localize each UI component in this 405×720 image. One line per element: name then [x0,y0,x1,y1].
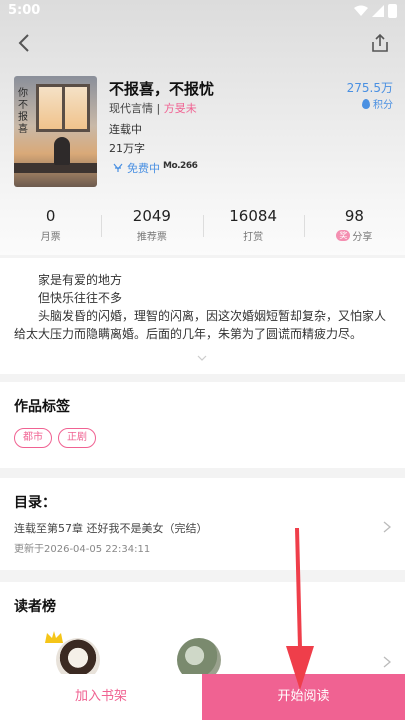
stat-share[interactable]: 98 奖分享 [303,207,405,251]
wifi-icon [354,5,368,16]
desc-line-1: 家是有爱的地方 [38,273,123,287]
readers-card[interactable]: 读者榜 [0,582,405,682]
points-indicator: 积分 [362,96,393,111]
status-bar: 5:00 [0,0,405,24]
toc-card[interactable]: 目录： 连载至第57章 还好我不是美女（完结） 更新于2026-04-05 22… [0,478,405,570]
cover-title: 你不报喜 [18,88,28,135]
view-count: 275.5万 [346,81,393,95]
toc-latest-chapter: 连载至第57章 还好我不是美女（完结） [14,522,208,535]
stats-row: 0 月票 2049 推荐票 16084 打赏 98 奖分享 [0,207,405,251]
book-badge: Mo.266 [163,161,198,171]
free-icon [113,163,123,172]
book-title: 不报喜，不报忧 [109,80,215,98]
book-cover[interactable]: 你不报喜 [14,76,97,187]
crown-icon [45,631,63,643]
book-word-count: 21万字 [109,142,145,155]
battery-icon [388,4,397,18]
expand-chevron-icon[interactable] [197,353,207,363]
tag-chip[interactable]: 正剧 [58,428,96,448]
tags-card: 作品标签 都市 正剧 [0,382,405,468]
add-to-shelf-button[interactable]: 加入书架 [0,674,202,720]
free-label: 免费中 [127,162,160,175]
toc-updated-time: 更新于2026-04-05 22:34:11 [14,544,151,555]
back-arrow-icon[interactable] [14,32,36,54]
book-status: 连载中 [109,123,142,136]
top-nav [0,30,405,56]
drop-icon [362,98,370,109]
free-indicator: 免费中 [113,160,160,176]
points-label: 积分 [373,100,393,111]
stat-recommend-ticket[interactable]: 2049 推荐票 [101,207,202,251]
bottom-action-bar: 加入书架 开始阅读 [0,674,405,720]
tag-chip[interactable]: 都市 [14,428,52,448]
signal-icon [372,5,384,17]
share-reward-badge: 奖 [336,230,351,241]
chevron-right-icon[interactable] [383,656,391,668]
book-genre: 现代言情 [109,102,153,115]
annotation-arrow-icon [286,528,314,690]
toc-title: 目录： [14,495,56,511]
stat-monthly-ticket[interactable]: 0 月票 [0,207,101,251]
book-author[interactable]: 方旻未 [164,102,197,115]
book-description[interactable]: 家是有爱的地方 但快乐往往不多 头脑发昏的闪婚，理智的闪离，因这次婚姻短暂却复杂… [0,258,405,374]
desc-line-3: 头脑发昏的闪婚，理智的闪离，因这次婚姻短暂却复杂，又怕家人给太大压力而隐瞒离婚。… [14,309,387,341]
tags-title: 作品标签 [14,399,70,415]
status-time: 5:00 [8,3,41,18]
desc-line-2: 但快乐往往不多 [38,291,123,305]
readers-title: 读者榜 [14,599,56,615]
book-genre-author: 现代言情 | 方旻未 [109,102,197,115]
chevron-right-icon[interactable] [383,521,391,533]
share-icon[interactable] [369,32,391,54]
stat-reward[interactable]: 16084 打赏 [202,207,304,251]
